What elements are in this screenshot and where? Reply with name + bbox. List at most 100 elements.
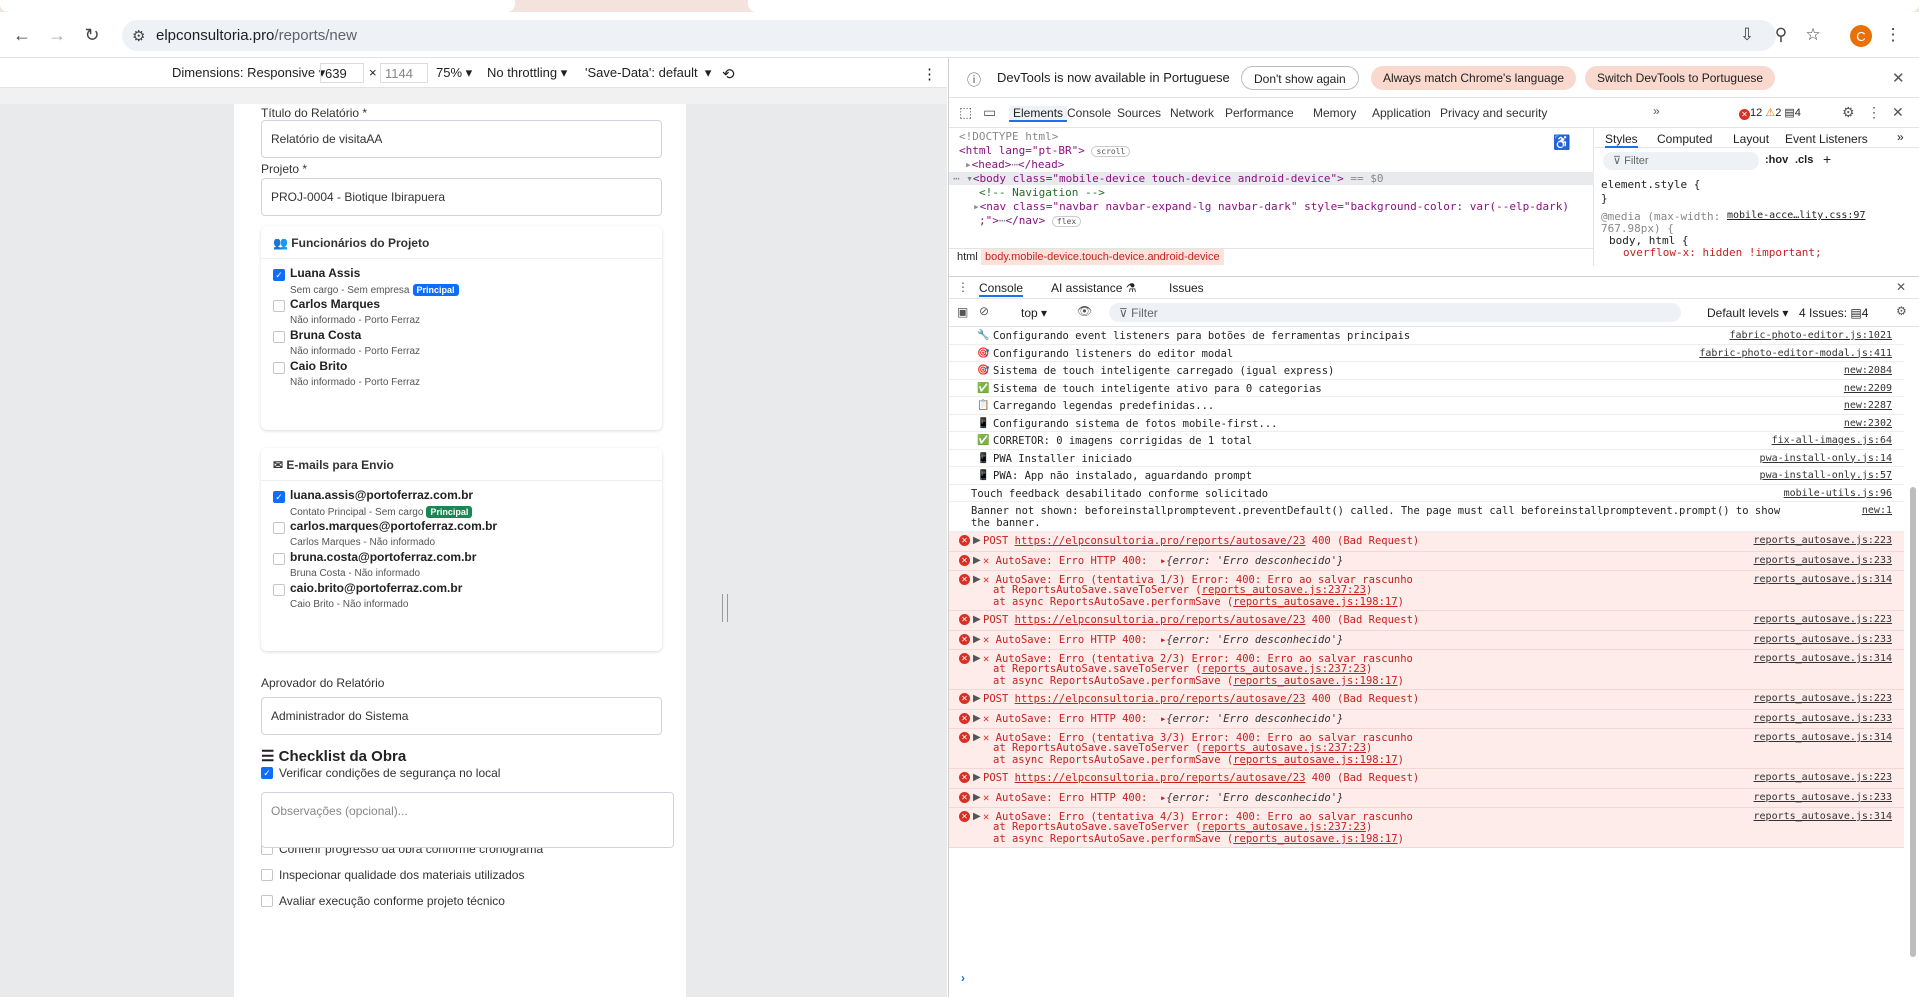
address-bar[interactable]: ⚙ elpconsultoria.pro/reports/new xyxy=(122,20,1776,51)
tab-event-listeners[interactable]: Event Listeners xyxy=(1785,132,1868,146)
checklist-item[interactable]: ✓ Verificar condições de segurança no loc… xyxy=(261,766,500,780)
bookmark-star-icon[interactable]: ☆ xyxy=(1801,23,1825,47)
employee-checkbox[interactable]: ✓ xyxy=(273,269,285,281)
message-source-link[interactable]: new:2287 xyxy=(1844,400,1892,411)
console-error[interactable]: ✕ ▶ ✕ AutoSave: Erro HTTP 400: ▸{error: 'E… xyxy=(949,551,1904,571)
email-row[interactable]: bruna.costa@portoferraz.com.br Bruna Cost… xyxy=(273,550,653,580)
browser-tab[interactable] xyxy=(748,0,1919,12)
console-error[interactable]: ✕ ▶ ✕ AutoSave: Erro (tentativa 3/3) Error… xyxy=(949,729,1904,769)
stack-link[interactable]: reports_autosave.js:237:23 xyxy=(1202,584,1366,596)
expand-triangle-icon[interactable]: ▶ xyxy=(973,574,981,585)
console-filter-input[interactable]: ⊽ Filter xyxy=(1109,303,1681,322)
error-source-link[interactable]: reports_autosave.js:233 xyxy=(1754,555,1892,566)
drawer-tab-issues[interactable]: Issues xyxy=(1169,281,1204,295)
back-icon[interactable]: ← xyxy=(10,23,34,47)
add-rule-icon[interactable]: + xyxy=(1823,151,1831,167)
message-source-link[interactable]: pwa-install-only.js:57 xyxy=(1760,470,1892,481)
approver-select[interactable]: Administrador do Sistema xyxy=(261,697,662,735)
save-data-select[interactable]: 'Save-Data': default ▾ xyxy=(585,65,711,81)
console-error[interactable]: ✕ ▶ ✕ AutoSave: Erro HTTP 400: ▸{error: 'E… xyxy=(949,630,1904,650)
reload-icon[interactable]: ↻ xyxy=(80,23,104,47)
console-error[interactable]: ✕ ▶ ✕ AutoSave: Erro (tentativa 4/3) Error… xyxy=(949,808,1904,848)
console-error[interactable]: ✕ ▶ ✕ AutoSave: Erro HTTP 400: ▸{error: 'E… xyxy=(949,788,1904,808)
message-source-link[interactable]: fabric-photo-editor-modal.js:411 xyxy=(1699,348,1892,359)
devtools-tab-privacy-and-security[interactable]: Privacy and security xyxy=(1440,106,1547,120)
devtools-tab-network[interactable]: Network xyxy=(1170,106,1214,120)
more-styles-icon[interactable]: » xyxy=(1897,130,1904,144)
error-source-link[interactable]: reports_autosave.js:314 xyxy=(1754,653,1892,664)
counters[interactable]: ✕ 12 ⚠2 ▤4 xyxy=(1739,106,1801,120)
console-message[interactable]: ✅ Sistema de touch inteligente ativo para… xyxy=(949,380,1904,397)
nav-node[interactable]: ▸<nav class="navbar navbar-expand-lg nav… xyxy=(973,200,1569,213)
expand-triangle-icon[interactable]: ▶ xyxy=(973,535,981,546)
email-checkbox[interactable]: ✓ xyxy=(273,491,285,503)
stack-link[interactable]: reports_autosave.js:237:23 xyxy=(1202,742,1366,754)
request-url-link[interactable]: https://elpconsultoria.pro/reports/autos… xyxy=(1015,614,1306,626)
console-prompt[interactable]: › xyxy=(961,971,965,985)
employee-row[interactable]: Carlos Marques Não informado - Porto Ferr… xyxy=(273,297,653,327)
request-url-link[interactable]: https://elpconsultoria.pro/reports/autos… xyxy=(1015,772,1306,784)
expand-triangle-icon[interactable]: ▶ xyxy=(973,634,981,645)
error-object[interactable]: {error: 'Erro desconhecido'} xyxy=(1166,634,1343,646)
devtools-tab-console[interactable]: Console xyxy=(1067,106,1111,120)
dont-show-again-button[interactable]: Don't show again xyxy=(1241,66,1359,90)
employee-row[interactable]: Bruna Costa Não informado - Porto Ferraz xyxy=(273,328,653,358)
email-checkbox[interactable] xyxy=(273,584,285,596)
nav-node-cont[interactable]: ;">⋯</nav> flex xyxy=(979,214,1082,227)
observations-textarea[interactable]: Observações (opcional)... xyxy=(261,792,674,848)
profile-avatar[interactable]: C xyxy=(1850,25,1872,47)
forward-icon[interactable]: → xyxy=(45,23,69,47)
more-tabs-icon[interactable]: » xyxy=(1653,104,1660,118)
default-levels-select[interactable]: Default levels ▾ xyxy=(1707,306,1788,320)
devtools-tab-sources[interactable]: Sources xyxy=(1117,106,1161,120)
checklist-checkbox[interactable] xyxy=(261,869,273,881)
inspect-icon[interactable]: ⬚ xyxy=(959,104,972,121)
employee-row[interactable]: ✓ Luana Assis Sem cargo - Sem empresa Princ… xyxy=(273,266,653,296)
error-source-link[interactable]: reports_autosave.js:233 xyxy=(1754,713,1892,724)
checklist-checkbox[interactable] xyxy=(261,895,273,907)
console-message[interactable]: 🔧 Configurando event listeners para botõe… xyxy=(949,327,1904,345)
zoom-icon[interactable]: ⚲ xyxy=(1769,23,1793,47)
console-message[interactable]: Touch feedback desabilitado conforme sol… xyxy=(949,485,1904,502)
dimensions-select[interactable]: Dimensions: Responsive ▾ xyxy=(172,65,325,81)
close-drawer-icon[interactable]: ✕ xyxy=(1896,280,1906,294)
device-more-icon[interactable]: ⋮ xyxy=(922,65,937,83)
checklist-item[interactable]: Inspecionar qualidade dos materiais util… xyxy=(261,868,524,882)
devtools-tab-application[interactable]: Application xyxy=(1372,106,1431,120)
error-object[interactable]: {error: 'Erro desconhecido'} xyxy=(1166,792,1343,804)
devtools-menu-icon[interactable]: ⋮ xyxy=(1867,104,1881,121)
switch-language-button[interactable]: Switch DevTools to Portuguese xyxy=(1585,66,1776,90)
message-source-link[interactable]: new:2302 xyxy=(1844,418,1892,429)
console-error[interactable]: ✕ ▶ ✕ AutoSave: Erro (tentativa 2/3) Error… xyxy=(949,650,1904,690)
console-message[interactable]: 📱 PWA Installer iniciado pwa-install-only.… xyxy=(949,450,1904,467)
tab-layout[interactable]: Layout xyxy=(1733,132,1769,146)
console-message[interactable]: 🎯 Sistema de touch inteligente carregado … xyxy=(949,362,1904,380)
expand-triangle-icon[interactable]: ▶ xyxy=(973,732,981,743)
site-info-icon[interactable]: ⚙ xyxy=(132,27,145,45)
resize-handle[interactable] xyxy=(722,594,728,622)
element-style-rule[interactable]: element.style { xyxy=(1601,178,1700,191)
device-toggle-icon[interactable]: ▭ xyxy=(983,104,996,121)
employee-checkbox[interactable] xyxy=(273,300,285,312)
expand-triangle-icon[interactable]: ▶ xyxy=(973,653,981,664)
context-select[interactable]: top ▾ xyxy=(1021,306,1047,320)
menu-kebab-icon[interactable]: ⋮ xyxy=(1881,23,1905,47)
console-message[interactable]: ✅ CORRETOR: 0 imagens corrigidas de 1 tot… xyxy=(949,432,1904,450)
error-source-link[interactable]: reports_autosave.js:314 xyxy=(1754,732,1892,743)
devtools-tab-memory[interactable]: Memory xyxy=(1313,106,1356,120)
clear-console-icon[interactable]: ⊘ xyxy=(979,304,989,318)
expand-triangle-icon[interactable]: ▶ xyxy=(973,772,981,783)
console-error[interactable]: ✕ ▶ POST https://elpconsultoria.pro/report… xyxy=(949,769,1904,789)
message-source-link[interactable]: fix-all-images.js:64 xyxy=(1772,435,1892,446)
employee-row[interactable]: Caio Brito Não informado - Porto Ferraz xyxy=(273,359,653,389)
expand-triangle-icon[interactable]: ▶ xyxy=(973,811,981,822)
email-row[interactable]: caio.brito@portoferraz.com.br Caio Brito … xyxy=(273,581,653,611)
stack-link[interactable]: reports_autosave.js:237:23 xyxy=(1202,663,1366,675)
console-message[interactable]: 📱 PWA: App não instalado, aguardando prom… xyxy=(949,467,1904,485)
styles-filter-input[interactable]: ⊽ Filter xyxy=(1603,152,1759,170)
error-source-link[interactable]: reports_autosave.js:223 xyxy=(1754,535,1892,546)
error-source-link[interactable]: reports_autosave.js:223 xyxy=(1754,693,1892,704)
checklist-checkbox[interactable]: ✓ xyxy=(261,767,273,779)
stack-link[interactable]: reports_autosave.js:198:17 xyxy=(1233,833,1397,845)
title-input[interactable]: Relatório de visitaAA xyxy=(261,120,662,158)
